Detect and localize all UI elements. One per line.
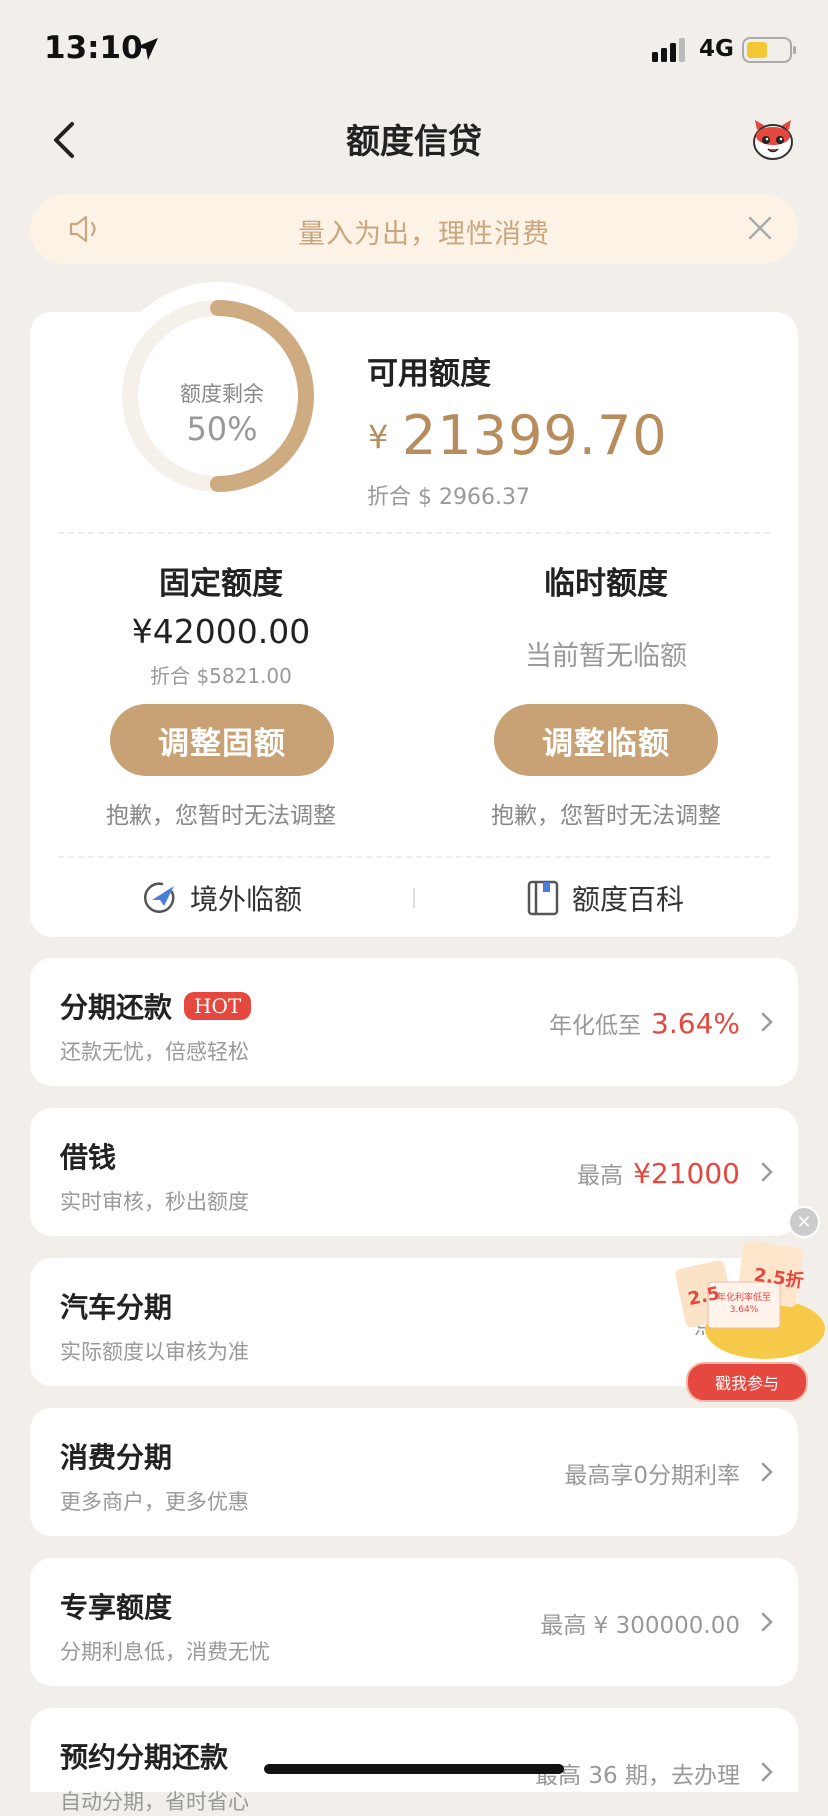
row-title: 借钱 [60,1141,117,1174]
wiki-link-label: 额度百科 [572,883,685,916]
promo-floating-banner[interactable]: 2.5 2.5折 年化利率低至 3.64% 戳我参与 [670,1234,828,1402]
row-title: 消费分期 [60,1441,173,1474]
row-subtitle: 还款无忧，倍感轻松 [60,1040,249,1064]
row-subtitle: 分期利息低，消费无忧 [60,1640,270,1664]
fixed-credit-usd: 折合 $5821.00 [150,664,292,688]
adjust-temp-button[interactable]: 调整临额 [494,704,718,776]
notice-text: 量入为出，理性消费 [298,219,550,250]
available-credit-title: 可用额度 [367,356,491,392]
overseas-link-label: 境外临额 [190,883,303,916]
list-item-borrow[interactable]: 借钱 实时审核，秒出额度 最高 ¥21000 [30,1108,798,1236]
list-item-consumer-installment[interactable]: 消费分期 更多商户，更多优惠 最高享0分期利率 [30,1408,798,1536]
plane-icon [143,882,175,913]
credit-wiki-link[interactable]: 额度百科 [526,878,684,918]
adjust-fixed-button[interactable]: 调整固额 [110,704,334,776]
network-type: 4G [699,36,734,62]
status-time: 13:10 [44,30,143,66]
row-title: 预约分期还款 [60,1741,229,1774]
fixed-credit-title: 固定额度 [159,566,283,602]
chevron-right-icon [761,1612,773,1632]
row-subtitle: 自动分期，省时省心 [60,1790,249,1814]
available-credit-amount: 21399.70 [402,404,668,467]
mascot-icon[interactable] [749,116,797,164]
temp-credit-status: 当前暂无临额 [525,641,687,672]
row-subtitle: 实时审核，秒出额度 [60,1190,249,1214]
battery-icon [742,37,796,63]
row-right-info: 年化低至 3.64% [549,1007,740,1040]
row-right-info: 最高 36 期，去办理 [535,1763,740,1789]
book-icon [527,880,559,916]
location-arrow-icon [136,38,158,60]
row-title: 分期还款 HOT [60,986,252,1026]
fixed-credit-note: 抱歉，您暂时无法调整 [106,803,336,829]
chevron-right-icon [761,1012,773,1032]
row-subtitle: 更多商户，更多优惠 [60,1490,249,1514]
notice-bar: 量入为出，理性消费 [30,194,798,264]
row-right-info: 最高享0分期利率 [564,1463,740,1489]
fixed-credit-amount: ¥42000.00 [131,612,311,651]
temp-credit-title: 临时额度 [544,566,668,602]
promo-ticket-text: 年化利率低至 3.64% [716,1293,771,1315]
row-title: 专享额度 [60,1591,173,1624]
promo-join-button[interactable]: 戳我参与 [686,1362,808,1402]
temp-credit-note: 抱歉，您暂时无法调整 [491,803,721,829]
divider [58,856,770,858]
home-indicator [264,1764,564,1774]
list-item-scheduled-installment[interactable]: 预约分期还款 自动分期，省时省心 最高 36 期，去办理 [30,1708,798,1814]
currency-symbol: ¥ [368,418,389,456]
close-icon[interactable] [746,214,774,242]
chevron-right-icon [761,1162,773,1182]
chevron-right-icon [761,1462,773,1482]
row-title: 汽车分期 [60,1291,173,1324]
link-separator [413,888,415,908]
signal-icon [652,38,685,62]
chevron-right-icon [761,1762,773,1782]
list-item-installment-repay[interactable]: 分期还款 HOT 还款无忧，倍感轻松 年化低至 3.64% [30,958,798,1086]
divider [58,532,770,534]
page-title: 额度信贷 [346,122,482,162]
row-right-info: 最高 ¥21000 [577,1157,740,1190]
ring-percent: 50% [186,410,258,448]
list-item-exclusive-credit[interactable]: 专享额度 分期利息低，消费无忧 最高 ¥ 300000.00 [30,1558,798,1686]
ring-label: 额度剩余 [180,382,264,406]
hot-badge: HOT [184,992,252,1020]
overseas-temp-credit-link[interactable]: 境外临额 [142,878,302,918]
row-subtitle: 实际额度以审核为准 [60,1340,249,1364]
row-right-info: 最高 ¥ 300000.00 [540,1613,740,1639]
available-credit-usd: 折合 $ 2966.37 [367,485,530,510]
